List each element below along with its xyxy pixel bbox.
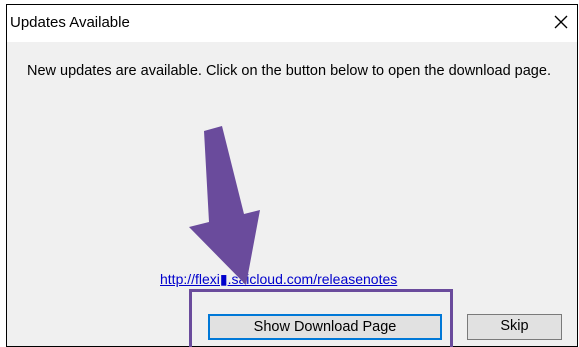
dialog-title: Updates Available <box>10 14 130 31</box>
release-notes-link[interactable]: http://flexi▮.saicloud.com/releasenotes <box>160 271 397 288</box>
skip-button[interactable]: Skip <box>467 314 562 340</box>
annotation-highlight-box <box>189 289 453 347</box>
update-message: New updates are available. Click on the … <box>27 63 551 79</box>
close-icon[interactable] <box>551 12 571 32</box>
title-bar: Updates Available <box>7 5 577 42</box>
